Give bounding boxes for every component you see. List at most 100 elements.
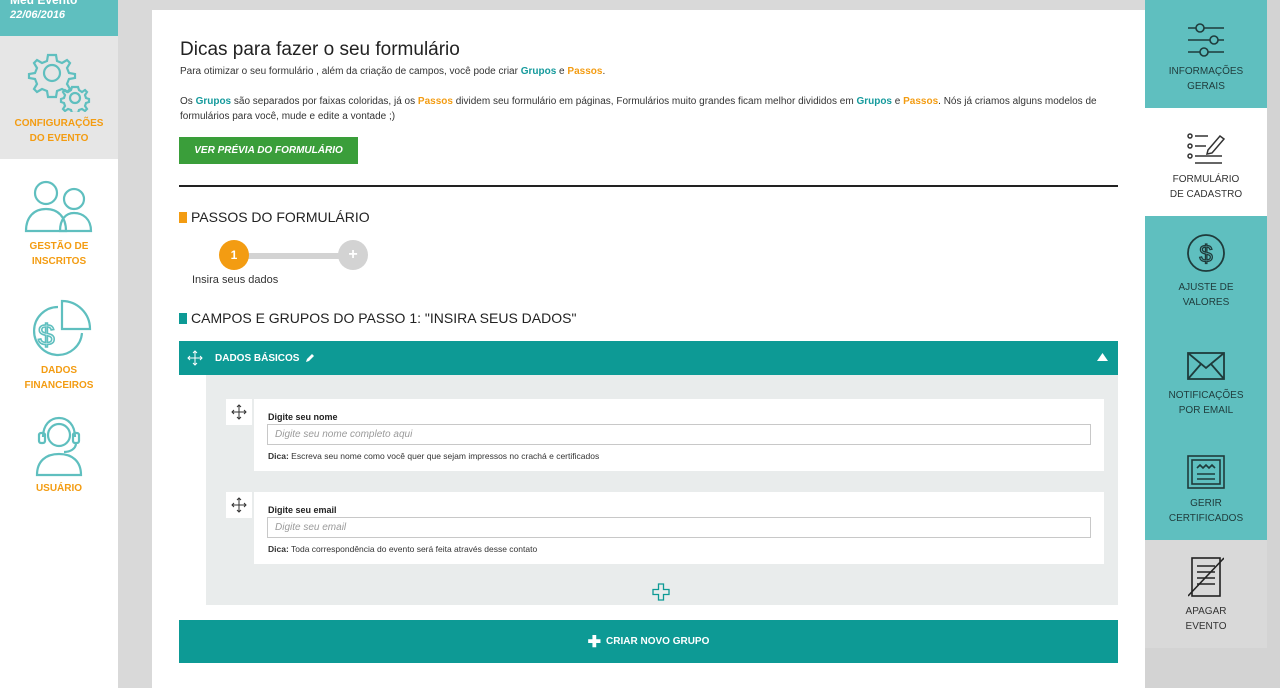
dollar-circle-icon: $ bbox=[1187, 234, 1225, 272]
nav-label: APAGAR bbox=[1185, 606, 1227, 617]
intro-prefix: Para otimizar o seu formulário , além da… bbox=[180, 66, 521, 77]
nav-delete-event[interactable]: APAGAR EVENTO bbox=[1145, 540, 1267, 648]
preview-form-button[interactable]: VER PRÉVIA DO FORMULÁRIO bbox=[179, 137, 358, 164]
steps-word: Passos bbox=[417, 96, 453, 107]
section-marker bbox=[179, 312, 187, 324]
nav-label: FINANCEIROS bbox=[24, 380, 94, 391]
svg-text:$: $ bbox=[1199, 241, 1212, 268]
left-sidebar: Meu Evento 22/06/2016 CONFIGURAÇÕES DO E… bbox=[0, 0, 118, 688]
fields-section-title: CAMPOS E GRUPOS DO PASSO 1: "INSIRA SEUS… bbox=[179, 310, 576, 326]
para-text: e bbox=[892, 96, 904, 107]
tip-text: Escreva seu nome como você quer que seja… bbox=[288, 451, 600, 461]
tip-text: Toda correspondência do evento será feit… bbox=[288, 544, 538, 554]
groups-word: Grupos bbox=[856, 96, 892, 107]
nav-label: DE CADASTRO bbox=[1169, 189, 1243, 200]
nav-label: CERTIFICADOS bbox=[1168, 513, 1244, 524]
field-drag-handle[interactable] bbox=[226, 399, 252, 425]
steps-track bbox=[244, 253, 344, 259]
nav-email-notifications[interactable]: NOTIFICAÇÕES POR EMAIL bbox=[1145, 324, 1267, 432]
add-field-icon[interactable] bbox=[652, 583, 670, 601]
group-title: DADOS BÁSICOS bbox=[215, 352, 300, 364]
field-tip: Dica: Toda correspondência do evento ser… bbox=[268, 544, 537, 554]
step-1-label: Insira seus dados bbox=[192, 274, 279, 286]
event-date: 22/06/2016 bbox=[10, 9, 66, 21]
groups-word: Grupos bbox=[520, 66, 557, 77]
para-text: Os bbox=[180, 96, 196, 107]
nav-adjust-values[interactable]: $ AJUSTE DE VALORES bbox=[1145, 216, 1267, 324]
nav-label: POR EMAIL bbox=[1178, 405, 1234, 416]
tip-prefix: Dica: bbox=[268, 451, 289, 461]
steps-title-text: PASSOS DO FORMULÁRIO bbox=[191, 209, 370, 225]
nav-label: INSCRITOS bbox=[31, 256, 87, 267]
nav-label: GESTÃO DE bbox=[29, 241, 89, 252]
dollar-chart-icon: $ bbox=[33, 299, 92, 357]
para-text: dividem seu formulário em páginas, Formu… bbox=[452, 96, 857, 107]
event-header: Meu Evento 22/06/2016 bbox=[0, 0, 118, 36]
pencil-icon[interactable] bbox=[305, 353, 315, 363]
and-word: e bbox=[556, 66, 568, 77]
nav-label: AJUSTE DE bbox=[1178, 282, 1234, 293]
nav-registration-form[interactable]: FORMULÁRIO DE CADASTRO bbox=[1145, 108, 1267, 216]
field-label: Digite seu nome bbox=[268, 412, 338, 422]
field-label: Digite seu email bbox=[268, 505, 337, 515]
nav-registrants[interactable]: GESTÃO DE INSCRITOS bbox=[0, 159, 118, 281]
users-icon bbox=[24, 180, 93, 233]
event-name: Meu Evento bbox=[10, 0, 78, 7]
gears-icon bbox=[27, 53, 91, 112]
steps-word: Passos bbox=[567, 66, 603, 77]
create-group-button[interactable]: ✚ CRIAR NOVO GRUPO bbox=[179, 620, 1118, 663]
envelope-icon bbox=[1187, 352, 1225, 380]
sliders-icon bbox=[1188, 23, 1224, 57]
nav-label: NOTIFICAÇÕES bbox=[1168, 390, 1244, 401]
main-panel: Dicas para fazer o seu formulário Para o… bbox=[152, 10, 1145, 688]
form-edit-icon bbox=[1187, 133, 1226, 164]
step-1-circle[interactable]: 1 bbox=[219, 240, 249, 270]
nav-certificates[interactable]: GERIR CERTIFICADOS bbox=[1145, 432, 1267, 540]
field-card-name: Digite seu nome Dica: Escreva seu nome c… bbox=[254, 399, 1104, 471]
svg-text:$: $ bbox=[38, 319, 55, 352]
field-drag-handle[interactable] bbox=[226, 492, 252, 518]
nav-label: EVENTO bbox=[1185, 621, 1227, 632]
nav-label: GERAIS bbox=[1187, 81, 1225, 92]
nav-user[interactable]: USUÁRIO bbox=[0, 403, 118, 513]
email-field[interactable] bbox=[267, 517, 1091, 538]
nav-general-info[interactable]: INFORMAÇÕES GERAIS bbox=[1145, 0, 1267, 108]
steps-word: Passos bbox=[903, 96, 939, 107]
group-header[interactable]: DADOS BÁSICOS bbox=[179, 341, 1118, 375]
section-marker bbox=[179, 211, 187, 223]
nav-label: USUÁRIO bbox=[35, 483, 83, 494]
nav-label: DO EVENTO bbox=[29, 133, 89, 144]
divider bbox=[179, 185, 1118, 187]
nav-label: VALORES bbox=[1182, 297, 1230, 308]
headset-user-icon bbox=[35, 416, 83, 477]
groups-word: Grupos bbox=[195, 96, 232, 107]
page-title: Dicas para fazer o seu formulário bbox=[180, 39, 460, 60]
name-field[interactable] bbox=[267, 424, 1091, 445]
plus-icon: ✚ bbox=[587, 633, 602, 651]
move-icon[interactable] bbox=[187, 350, 203, 366]
tip-prefix: Dica: bbox=[268, 544, 289, 554]
field-tip: Dica: Escreva seu nome como você quer qu… bbox=[268, 451, 599, 461]
nav-event-settings[interactable]: CONFIGURAÇÕES DO EVENTO bbox=[0, 36, 118, 159]
intro-text: Para otimizar o seu formulário , além da… bbox=[180, 66, 605, 77]
add-step-button[interactable]: + bbox=[338, 240, 368, 270]
tips-paragraph: Os Grupos são separados por faixas color… bbox=[180, 94, 1120, 124]
certificate-icon bbox=[1187, 455, 1225, 489]
move-icon bbox=[231, 497, 247, 513]
nav-label: FORMULÁRIO bbox=[1172, 174, 1240, 185]
steps-section-title: PASSOS DO FORMULÁRIO bbox=[179, 209, 370, 225]
nav-label: DADOS bbox=[40, 365, 78, 376]
field-card-email: Digite seu email Dica: Toda correspondên… bbox=[254, 492, 1104, 564]
right-edge bbox=[1267, 0, 1280, 688]
fields-title-text: CAMPOS E GRUPOS DO PASSO 1: "INSIRA SEUS… bbox=[191, 310, 577, 326]
collapse-caret-icon[interactable] bbox=[1097, 353, 1108, 361]
group-body: Digite seu nome Dica: Escreva seu nome c… bbox=[206, 375, 1118, 605]
nav-label: CONFIGURAÇÕES bbox=[14, 118, 104, 129]
nav-label: GERIR bbox=[1190, 498, 1222, 509]
create-group-label: CRIAR NOVO GRUPO bbox=[606, 636, 710, 647]
move-icon bbox=[231, 404, 247, 420]
nav-financial[interactable]: $ DADOS FINANCEIROS bbox=[0, 281, 118, 403]
nav-label: INFORMAÇÕES bbox=[1168, 66, 1244, 77]
intro-suffix: . bbox=[602, 66, 606, 77]
para-text: são separados por faixas coloridas, já o… bbox=[231, 96, 418, 107]
